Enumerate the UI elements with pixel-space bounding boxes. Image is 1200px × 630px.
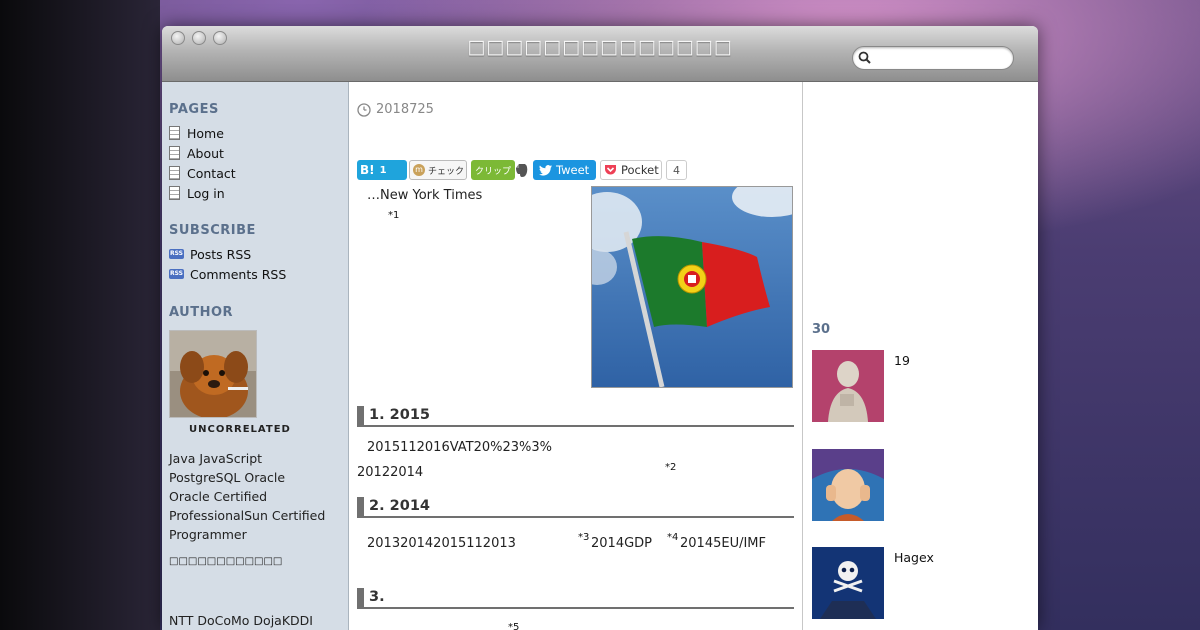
dog-photo-icon	[170, 331, 256, 417]
rss-icon: RSS	[169, 269, 184, 279]
pages-heading: PAGES	[169, 102, 219, 117]
search-icon	[858, 51, 871, 64]
left-sidebar: PAGES Home About Contact Log in SUBSCRIB…	[162, 82, 349, 630]
tweet-button[interactable]: Tweet	[533, 160, 596, 180]
popular-label-1[interactable]: 19	[894, 353, 910, 368]
mixi-check-button[interactable]: m チェック	[409, 160, 467, 180]
pocket-button[interactable]: Pocket	[600, 160, 662, 180]
popular-label-3[interactable]: Hagex	[894, 550, 934, 565]
page-link-login[interactable]: Log in	[169, 184, 225, 202]
page-link-home[interactable]: Home	[169, 124, 224, 142]
search-input[interactable]	[875, 49, 1011, 68]
hatena-bookmark-button[interactable]: B! 1	[357, 160, 407, 180]
popular-thumb-3[interactable]	[812, 547, 884, 619]
author-bio-bottom: NTT DoCoMo DojaKDDI	[169, 613, 313, 628]
author-name[interactable]: UNCORRELATED	[189, 424, 291, 435]
search-box[interactable]	[852, 46, 1014, 70]
pocket-count: 4	[666, 160, 687, 180]
portugal-flag-photo	[591, 186, 793, 388]
clock-icon	[357, 102, 371, 117]
rss-icon: RSS	[169, 249, 184, 259]
mixi-icon: m	[413, 164, 425, 176]
section-2-text-1: 201320142015112013	[367, 536, 516, 551]
footnote-ref-4[interactable]: *4	[667, 532, 678, 543]
footnote-ref-1[interactable]: *1	[388, 210, 399, 221]
section-1-line-2: 20122014	[357, 465, 424, 480]
popular-thumb-1[interactable]	[812, 350, 884, 422]
title-bar: □□□□□□□□□□□□□□	[162, 26, 1038, 82]
section-2-text-3: 20145EU/IMF	[680, 536, 766, 551]
author-avatar	[169, 330, 257, 418]
right-sidebar: 30 19 Hagex	[803, 82, 1038, 630]
evernote-icon[interactable]	[515, 163, 529, 178]
hacker-thumbnail-icon	[812, 547, 884, 619]
crying-child-thumbnail-icon	[812, 449, 884, 521]
posts-rss-link[interactable]: RSS Posts RSS	[169, 245, 251, 263]
section-heading-3: 3.	[357, 588, 794, 609]
author-note: □□□□□□□□□□□□	[169, 556, 283, 567]
page-icon	[169, 126, 180, 140]
footnote-ref-2[interactable]: *2	[665, 462, 676, 473]
twitter-bird-icon	[539, 164, 552, 176]
post-date: 2018725	[357, 102, 434, 117]
page-link-about[interactable]: About	[169, 144, 224, 162]
author-heading: AUTHOR	[169, 305, 234, 320]
page-icon	[169, 186, 180, 200]
popular-thumb-2[interactable]	[812, 449, 884, 521]
flag-image-icon	[592, 187, 792, 387]
popular-heading: 30	[812, 322, 831, 337]
comments-rss-link[interactable]: RSS Comments RSS	[169, 265, 286, 283]
section-1-line-1: 2015112016VAT20%23%3%	[367, 440, 553, 455]
page-icon	[169, 146, 180, 160]
section-2-text-2: 2014GDP	[591, 536, 653, 551]
post-content: 2018725 B! 1 m チェック クリップ Tweet Pocket 4 …	[349, 82, 803, 630]
pocket-icon	[605, 165, 616, 175]
footnote-ref-3[interactable]: *3	[578, 532, 589, 543]
clip-button[interactable]: クリップ	[471, 160, 515, 180]
section-heading-2: 2. 2014	[357, 497, 794, 518]
page-link-contact[interactable]: Contact	[169, 164, 236, 182]
footnote-ref-5[interactable]: *5	[508, 622, 519, 630]
browser-window: □□□□□□□□□□□□□□ PAGES Home About Contact …	[162, 26, 1038, 630]
statue-thumbnail-icon	[812, 350, 884, 422]
subscribe-heading: SUBSCRIBE	[169, 223, 256, 238]
page-icon	[169, 166, 180, 180]
post-intro: …New York Times	[367, 188, 483, 203]
section-heading-1: 1. 2015	[357, 406, 794, 427]
author-bio: Java JavaScript PostgreSQL Oracle Oracle…	[169, 451, 326, 542]
